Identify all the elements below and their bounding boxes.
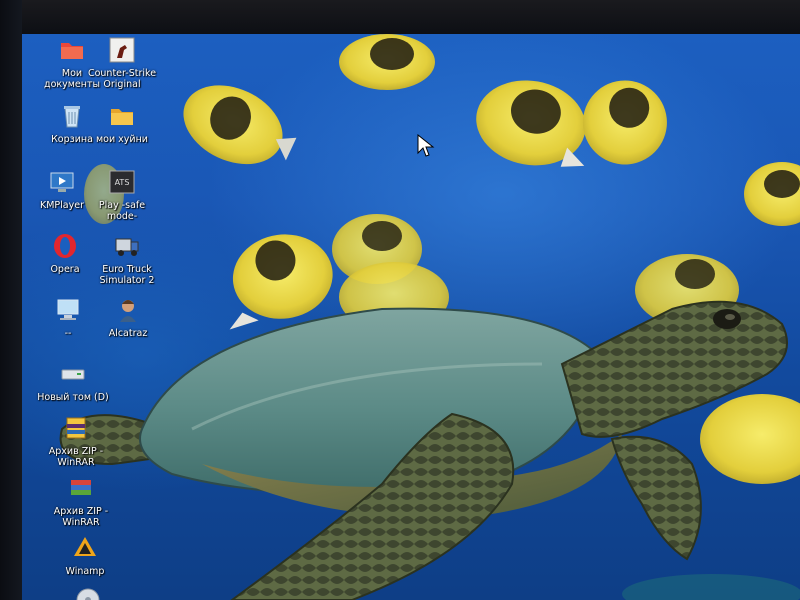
kmplayer-icon [50, 172, 74, 192]
desktop-icon-euro-truck-simulator-2[interactable]: Euro Truck Simulator 2 [89, 232, 165, 286]
desktop-icon-label: Архив ZIP - WinRAR [53, 506, 109, 528]
folder-icon [111, 109, 133, 125]
fish-6 [229, 234, 333, 330]
zip-archive-icon [66, 417, 86, 439]
fish-1 [183, 85, 297, 165]
desktop-icon-winamp[interactable]: Winamp [47, 534, 123, 577]
alcatraz-icon [120, 300, 136, 322]
play-safe-mode-icon: ATS [109, 170, 135, 194]
desktop-icon-zip-archive-2[interactable]: Архив ZIP - WinRAR [43, 474, 119, 528]
desktop-icon-label: Alcatraz [108, 328, 148, 339]
fish-3 [476, 80, 586, 167]
desktop-icon-partial[interactable] [50, 586, 126, 600]
desktop-icon-label: Новый том (D) [37, 392, 109, 403]
fish-4 [582, 80, 667, 165]
desktop-icon-alcatraz[interactable]: Alcatraz [90, 296, 166, 339]
mouse-cursor-icon [417, 134, 435, 157]
folder-documents-icon [61, 43, 83, 59]
desktop-icon-new-volume-d[interactable]: Новый том (D) [35, 360, 111, 403]
fish-2 [339, 34, 435, 90]
opera-icon [54, 234, 76, 258]
desktop-icon-label: Counter-Strike Original [87, 68, 157, 90]
fish-10 [700, 394, 800, 484]
winamp-icon [74, 537, 96, 556]
svg-text:ATS: ATS [115, 178, 130, 187]
desktop-icon-play-safe-mode[interactable]: ATS Play -safe mode- [84, 168, 160, 222]
euro-truck-simulator-icon [115, 238, 139, 256]
desktop-icon-label: Архив ZIP - WinRAR [48, 446, 104, 468]
desktop-icon-moi-huini[interactable]: мои хуйни [84, 102, 160, 145]
counter-strike-icon [109, 37, 135, 63]
desktop-icon-counter-strike[interactable]: Counter-Strike Original [84, 36, 160, 90]
monitor-bezel-left [0, 0, 22, 600]
desktop-icon-zip-archive-1[interactable]: Архив ZIP - WinRAR [38, 414, 114, 468]
desktop[interactable]: Мои документы Counter-Strike Original Ко… [22, 34, 800, 600]
fish-5 [744, 162, 800, 226]
desktop-icon-label: мои хуйни [96, 134, 148, 145]
recycle-bin-icon [64, 106, 80, 128]
sea-turtle [59, 300, 788, 600]
desktop-icon-label: Winamp [65, 566, 105, 577]
desktop-icon-label: Euro Truck Simulator 2 [99, 264, 155, 286]
drive-icon [61, 369, 85, 380]
disc-icon [76, 588, 100, 600]
monitor-bezel-top [0, 0, 800, 34]
my-computer-icon [57, 299, 79, 320]
winrar-archive-icon [71, 480, 91, 495]
desktop-icon-label: Play -safe mode- [98, 200, 146, 222]
